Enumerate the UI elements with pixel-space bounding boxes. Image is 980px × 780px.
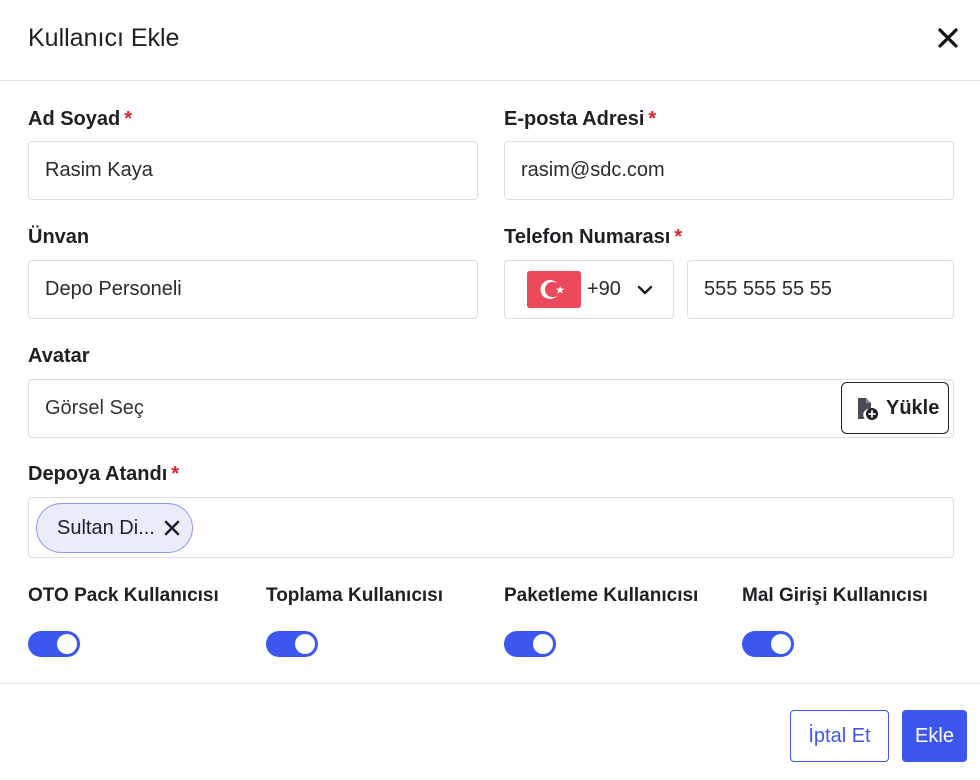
- picking-user-toggle[interactable]: [266, 631, 318, 657]
- picking-user-label: Toplama Kullanıcısı: [266, 585, 444, 606]
- close-icon[interactable]: [163, 519, 181, 537]
- toggle-knob: [771, 634, 791, 654]
- close-button[interactable]: [934, 24, 962, 52]
- close-icon: [938, 28, 958, 48]
- goods-receipt-user-label: Mal Girişi Kullanıcısı: [742, 585, 928, 606]
- warehouse-label: Depoya Atandı *: [28, 463, 179, 486]
- file-upload-icon: [858, 398, 878, 420]
- add-button[interactable]: Ekle: [902, 710, 967, 762]
- upload-label: Yükle: [886, 397, 940, 419]
- phone-label-text: Telefon Numarası: [504, 226, 671, 248]
- oto-pack-user-label: OTO Pack Kullanıcısı: [28, 585, 219, 606]
- email-input[interactable]: rasim@sdc.com: [504, 141, 954, 200]
- footer-divider: [0, 683, 980, 684]
- toggle-knob: [295, 634, 315, 654]
- full-name-label: Ad Soyad *: [28, 108, 132, 131]
- email-label: E-posta Adresi *: [504, 108, 656, 131]
- full-name-input[interactable]: Rasim Kaya: [28, 141, 478, 200]
- avatar-label-text: Avatar: [28, 345, 90, 367]
- dial-code: +90: [587, 278, 621, 300]
- toggle-knob: [533, 634, 553, 654]
- phone-number-input[interactable]: 555 555 55 55: [687, 260, 954, 319]
- required-mark: *: [648, 108, 657, 130]
- warehouse-label-text: Depoya Atandı: [28, 463, 168, 485]
- warehouse-chip-label: Sultan Di...: [57, 517, 155, 539]
- job-title-label: Ünvan: [28, 226, 89, 249]
- modal-header: Kullanıcı Ekle: [0, 0, 980, 81]
- email-label-text: E-posta Adresi: [504, 108, 645, 130]
- country-code-select[interactable]: +90: [504, 260, 674, 319]
- add-user-modal: Kullanıcı Ekle Ad Soyad * Rasim Kaya E-po…: [0, 0, 980, 780]
- job-title-label-text: Ünvan: [28, 226, 90, 248]
- chevron-down-icon: [637, 285, 653, 295]
- warehouse-multiselect[interactable]: Sultan Di...: [28, 497, 954, 558]
- goods-receipt-user-toggle[interactable]: [742, 631, 794, 657]
- packing-user-toggle[interactable]: [504, 631, 556, 657]
- full-name-label-text: Ad Soyad: [28, 108, 121, 130]
- upload-button[interactable]: Yükle: [841, 382, 949, 434]
- modal-title: Kullanıcı Ekle: [28, 24, 180, 52]
- warehouse-chip: Sultan Di...: [36, 503, 193, 553]
- oto-pack-user-toggle[interactable]: [28, 631, 80, 657]
- job-title-input[interactable]: Depo Personeli: [28, 260, 478, 319]
- cancel-button[interactable]: İptal Et: [790, 710, 889, 762]
- required-mark: *: [124, 108, 133, 130]
- avatar-file-input[interactable]: Görsel Seç: [28, 379, 954, 438]
- packing-user-label: Paketleme Kullanıcısı: [504, 585, 699, 606]
- required-mark: *: [171, 463, 180, 485]
- phone-label: Telefon Numarası *: [504, 226, 682, 249]
- required-mark: *: [674, 226, 683, 248]
- avatar-label: Avatar: [28, 345, 90, 368]
- toggle-knob: [57, 634, 77, 654]
- turkey-flag-icon: [527, 271, 581, 308]
